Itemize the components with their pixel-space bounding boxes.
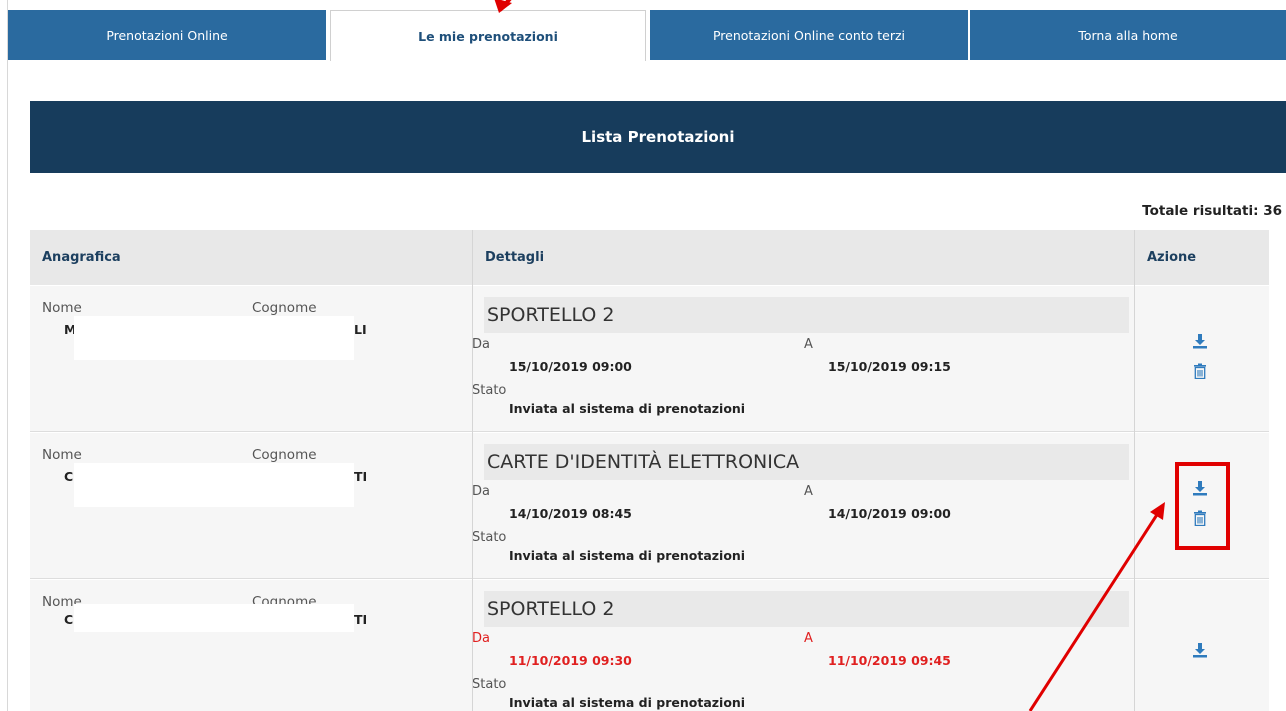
annotation-arrows xyxy=(494,0,1165,711)
annotation-arrow-tab xyxy=(494,0,512,13)
annotation-arrow-icons xyxy=(1028,502,1165,711)
